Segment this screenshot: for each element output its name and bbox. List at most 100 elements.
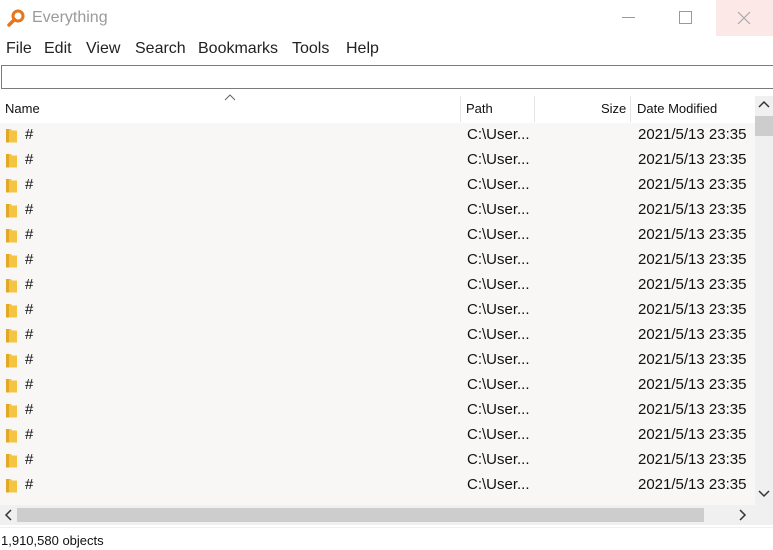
scroll-left-icon[interactable] [4, 509, 14, 521]
search-input[interactable] [1, 65, 773, 89]
date-modified: 2021/5/13 23:35 [638, 351, 747, 368]
date-modified: 2021/5/13 23:35 [638, 126, 747, 143]
list-item[interactable]: # C:\User... 2021/5/13 23:35 [0, 148, 755, 173]
list-item[interactable]: # C:\User... 2021/5/13 23:35 [0, 298, 755, 323]
vertical-scrollbar[interactable] [755, 96, 773, 505]
status-bar: 1,910,580 objects [0, 527, 773, 550]
file-name: # [25, 251, 34, 268]
folder-icon [6, 254, 17, 268]
folder-icon [6, 479, 17, 493]
file-name: # [25, 376, 34, 393]
menu-bookmarks[interactable]: Bookmarks [198, 40, 278, 58]
horizontal-scroll-thumb[interactable] [17, 508, 704, 522]
list-item[interactable]: # C:\User... 2021/5/13 23:35 [0, 373, 755, 398]
list-item[interactable]: # C:\User... 2021/5/13 23:35 [0, 198, 755, 223]
scrollbar-corner [755, 505, 773, 525]
list-item[interactable]: # C:\User... 2021/5/13 23:35 [0, 173, 755, 198]
date-modified: 2021/5/13 23:35 [638, 251, 747, 268]
file-path: C:\User... [467, 476, 530, 493]
file-path: C:\User... [467, 301, 530, 318]
menu-edit[interactable]: Edit [44, 40, 72, 58]
file-name: # [25, 401, 34, 418]
scroll-down-icon[interactable] [757, 488, 771, 498]
column-divider[interactable] [630, 96, 631, 122]
column-header: Name Path Size Date Modified [0, 94, 755, 122]
column-name[interactable]: Name [5, 96, 40, 122]
date-modified: 2021/5/13 23:35 [638, 476, 747, 493]
list-item[interactable]: # C:\User... 2021/5/13 23:35 [0, 398, 755, 423]
file-name: # [25, 476, 34, 493]
date-modified: 2021/5/13 23:35 [638, 226, 747, 243]
folder-icon [6, 329, 17, 343]
list-item[interactable]: # C:\User... 2021/5/13 23:35 [0, 448, 755, 473]
date-modified: 2021/5/13 23:35 [638, 451, 747, 468]
file-name: # [25, 201, 34, 218]
file-name: # [25, 326, 34, 343]
file-path: C:\User... [467, 451, 530, 468]
maximize-icon [679, 11, 692, 24]
menu-bar: File Edit View Search Bookmarks Tools He… [0, 37, 773, 61]
folder-icon [6, 179, 17, 193]
minimize-icon [622, 17, 635, 18]
folder-icon [6, 304, 17, 318]
folder-icon [6, 404, 17, 418]
list-item[interactable]: # C:\User... 2021/5/13 23:35 [0, 473, 755, 498]
file-name: # [25, 176, 34, 193]
column-size[interactable]: Size [601, 96, 626, 122]
file-name: # [25, 351, 34, 368]
window-title: Everything [32, 9, 108, 26]
date-modified: 2021/5/13 23:35 [638, 151, 747, 168]
file-name: # [25, 301, 34, 318]
file-path: C:\User... [467, 126, 530, 143]
folder-icon [6, 279, 17, 293]
menu-help[interactable]: Help [346, 40, 379, 58]
minimize-button[interactable] [600, 0, 657, 36]
date-modified: 2021/5/13 23:35 [638, 426, 747, 443]
column-date-modified[interactable]: Date Modified [637, 96, 717, 122]
date-modified: 2021/5/13 23:35 [638, 326, 747, 343]
file-path: C:\User... [467, 351, 530, 368]
folder-icon [6, 429, 17, 443]
file-path: C:\User... [467, 251, 530, 268]
date-modified: 2021/5/13 23:35 [638, 276, 747, 293]
results-list[interactable]: # C:\User... 2021/5/13 23:35 # C:\User... 202… [0, 123, 755, 505]
list-item[interactable]: # C:\User... 2021/5/13 23:35 [0, 123, 755, 148]
maximize-button[interactable] [657, 0, 714, 36]
vertical-scroll-thumb[interactable] [755, 116, 773, 136]
list-item[interactable]: # C:\User... 2021/5/13 23:35 [0, 223, 755, 248]
file-path: C:\User... [467, 176, 530, 193]
close-button[interactable] [716, 0, 773, 36]
menu-view[interactable]: View [86, 40, 120, 58]
scroll-up-icon[interactable] [757, 100, 771, 110]
file-name: # [25, 151, 34, 168]
file-path: C:\User... [467, 276, 530, 293]
date-modified: 2021/5/13 23:35 [638, 176, 747, 193]
list-item[interactable]: # C:\User... 2021/5/13 23:35 [0, 323, 755, 348]
magnifier-icon [7, 9, 25, 27]
file-name: # [25, 426, 34, 443]
list-item[interactable]: # C:\User... 2021/5/13 23:35 [0, 273, 755, 298]
list-item[interactable]: # C:\User... 2021/5/13 23:35 [0, 423, 755, 448]
file-path: C:\User... [467, 401, 530, 418]
folder-icon [6, 154, 17, 168]
folder-icon [6, 229, 17, 243]
sort-ascending-icon [224, 94, 236, 101]
list-item[interactable]: # C:\User... 2021/5/13 23:35 [0, 348, 755, 373]
column-divider[interactable] [534, 96, 535, 122]
list-item[interactable]: # C:\User... 2021/5/13 23:35 [0, 248, 755, 273]
folder-icon [6, 379, 17, 393]
file-path: C:\User... [467, 426, 530, 443]
menu-tools[interactable]: Tools [292, 40, 329, 58]
menu-search[interactable]: Search [135, 40, 186, 58]
folder-icon [6, 129, 17, 143]
menu-file[interactable]: File [6, 40, 32, 58]
date-modified: 2021/5/13 23:35 [638, 401, 747, 418]
column-divider[interactable] [460, 96, 461, 122]
scroll-right-icon[interactable] [737, 509, 747, 521]
file-path: C:\User... [467, 326, 530, 343]
file-name: # [25, 451, 34, 468]
close-icon [737, 11, 751, 25]
column-path[interactable]: Path [466, 96, 493, 122]
folder-icon [6, 454, 17, 468]
folder-icon [6, 354, 17, 368]
